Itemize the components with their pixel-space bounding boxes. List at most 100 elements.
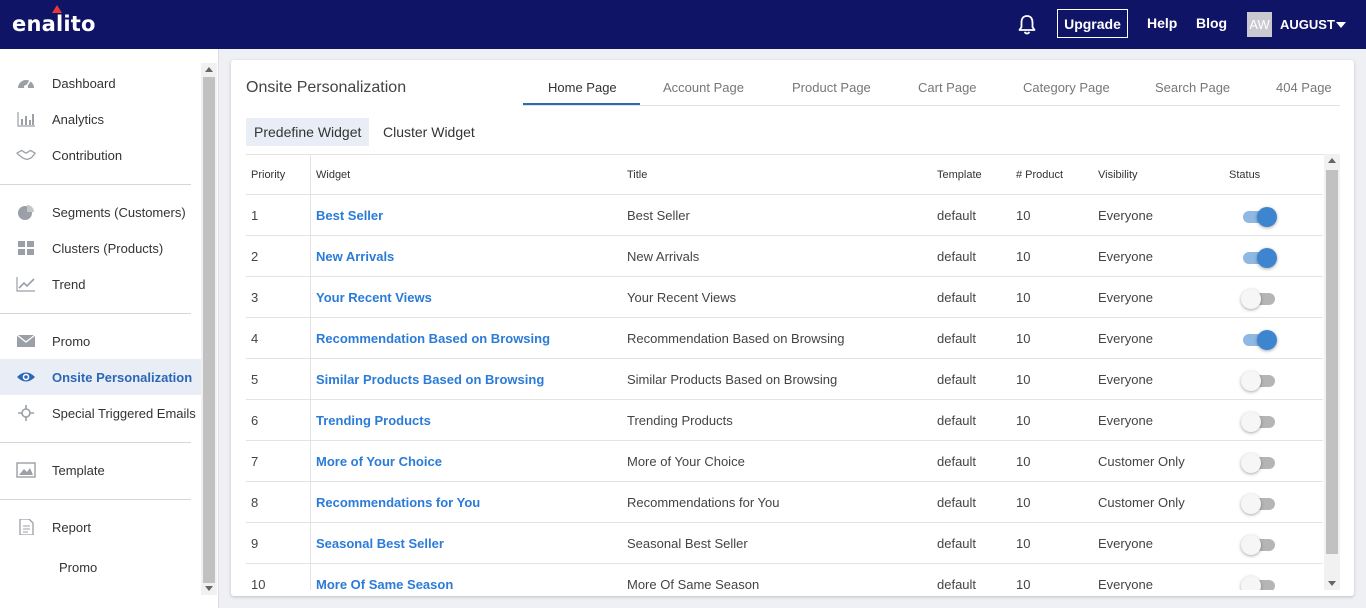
cell-visibility: Everyone xyxy=(1098,577,1153,590)
scroll-down-icon[interactable] xyxy=(1328,581,1336,586)
tab-404-page[interactable]: 404 Page xyxy=(1276,80,1332,95)
sidebar-item-clusters[interactable]: Clusters (Products) xyxy=(0,230,201,266)
eye-icon xyxy=(17,372,35,382)
status-toggle[interactable] xyxy=(1243,329,1277,350)
scroll-up-icon[interactable] xyxy=(205,67,213,72)
cell-product-count: 10 xyxy=(1016,331,1031,346)
cell-title: Recommendations for You xyxy=(627,495,780,510)
status-toggle[interactable] xyxy=(1241,411,1277,432)
tab-category-page[interactable]: Category Page xyxy=(1023,80,1110,95)
subtab-cluster-widget[interactable]: Cluster Widget xyxy=(375,118,483,146)
cell-widget-link[interactable]: New Arrivals xyxy=(316,249,394,264)
toggle-knob xyxy=(1241,494,1261,514)
table-scrollbar-thumb[interactable] xyxy=(1326,170,1338,554)
tab-account-page[interactable]: Account Page xyxy=(663,80,744,95)
column-header-widget[interactable]: Widget xyxy=(316,169,350,181)
cell-visibility: Everyone xyxy=(1098,208,1153,223)
cell-template: default xyxy=(937,454,977,469)
table-scrollbar[interactable] xyxy=(1324,154,1340,590)
document-icon xyxy=(19,519,34,535)
sidebar-item-contribution[interactable]: Contribution xyxy=(0,137,201,173)
sidebar-item-label: Special Triggered Emails xyxy=(52,405,196,421)
subtab-predefine-widget[interactable]: Predefine Widget xyxy=(246,118,370,146)
status-toggle[interactable] xyxy=(1241,493,1277,514)
toggle-knob xyxy=(1257,207,1277,227)
cell-widget-link[interactable]: Recommendation Based on Browsing xyxy=(316,331,550,346)
main-card: Onsite Personalization Home Page Account… xyxy=(231,60,1354,596)
cell-priority: 5 xyxy=(251,372,259,387)
cell-title: Best Seller xyxy=(627,208,690,223)
column-header-title[interactable]: Title xyxy=(627,169,647,181)
cell-widget-link[interactable]: Trending Products xyxy=(316,413,431,428)
status-toggle[interactable] xyxy=(1243,206,1277,227)
dashboard-icon xyxy=(18,80,34,89)
table-row: 4 Recommendation Based on Browsing Recomme… xyxy=(246,318,1323,359)
column-divider xyxy=(310,400,311,440)
cell-visibility: Everyone xyxy=(1098,249,1153,264)
sidebar-scrollbar[interactable] xyxy=(201,63,217,595)
cell-widget-link[interactable]: Similar Products Based on Browsing xyxy=(316,372,544,387)
crosshair-icon xyxy=(18,405,34,421)
bell-icon[interactable] xyxy=(1017,14,1037,36)
page-title: Onsite Personalization xyxy=(246,79,407,96)
handshake-icon xyxy=(16,149,36,161)
sidebar-item-template[interactable]: Template xyxy=(0,452,201,488)
sidebar-item-label: Analytics xyxy=(52,111,105,127)
blog-link[interactable]: Blog xyxy=(1196,15,1227,31)
column-divider xyxy=(310,359,311,399)
column-header-visibility[interactable]: Visibility xyxy=(1098,169,1138,181)
status-toggle[interactable] xyxy=(1243,247,1277,268)
status-toggle[interactable] xyxy=(1241,288,1277,309)
logo[interactable]: enalito xyxy=(12,5,96,36)
tab-cart-page[interactable]: Cart Page xyxy=(918,80,977,95)
column-header-priority[interactable]: Priority xyxy=(251,169,285,181)
sidebar-item-special-triggered-emails[interactable]: Special Triggered Emails xyxy=(0,395,201,431)
column-header-product-count[interactable]: # Product xyxy=(1016,169,1063,181)
sidebar-item-trend[interactable]: Trend xyxy=(0,266,201,302)
scroll-up-icon[interactable] xyxy=(1328,158,1336,163)
tab-product-page[interactable]: Product Page xyxy=(792,80,871,95)
tab-search-page[interactable]: Search Page xyxy=(1155,80,1230,95)
sidebar-item-promo[interactable]: Promo xyxy=(0,323,201,359)
sidebar-scrollbar-thumb[interactable] xyxy=(203,77,215,583)
cell-widget-link[interactable]: Recommendations for You xyxy=(316,495,480,510)
toggle-knob xyxy=(1241,412,1261,432)
status-toggle[interactable] xyxy=(1241,534,1277,555)
sidebar-subitem-promo[interactable]: Promo xyxy=(0,549,201,585)
sidebar-item-label: Onsite Personalization xyxy=(52,369,193,385)
status-toggle[interactable] xyxy=(1241,370,1277,391)
cell-widget-link[interactable]: Your Recent Views xyxy=(316,290,432,305)
cell-product-count: 10 xyxy=(1016,290,1031,305)
sidebar-item-report[interactable]: Report xyxy=(0,509,201,545)
cell-visibility: Customer Only xyxy=(1098,495,1185,510)
cell-widget-link[interactable]: More of Your Choice xyxy=(316,454,442,469)
sidebar-item-label: Clusters (Products) xyxy=(52,240,164,256)
column-header-status[interactable]: Status xyxy=(1229,169,1260,181)
cell-visibility: Everyone xyxy=(1098,290,1153,305)
sidebar-item-onsite-personalization[interactable]: Onsite Personalization xyxy=(0,359,201,395)
grid-icon xyxy=(18,241,34,255)
sidebar-item-segments[interactable]: Segments (Customers) xyxy=(0,194,201,230)
toggle-knob xyxy=(1241,535,1261,555)
status-toggle[interactable] xyxy=(1241,575,1277,590)
sidebar-item-dashboard[interactable]: Dashboard xyxy=(0,65,201,101)
chevron-down-icon[interactable] xyxy=(1336,22,1346,28)
sidebar-item-label: Template xyxy=(52,462,105,478)
cell-widget-link[interactable]: More Of Same Season xyxy=(316,577,453,590)
cell-visibility: Everyone xyxy=(1098,331,1153,346)
status-toggle[interactable] xyxy=(1241,452,1277,473)
cell-template: default xyxy=(937,208,977,223)
upgrade-button[interactable]: Upgrade xyxy=(1057,9,1128,38)
avatar[interactable]: AW xyxy=(1247,12,1272,37)
toggle-knob xyxy=(1257,248,1277,268)
scroll-down-icon[interactable] xyxy=(205,586,213,591)
cell-visibility: Everyone xyxy=(1098,536,1153,551)
help-link[interactable]: Help xyxy=(1147,15,1177,31)
cell-widget-link[interactable]: Best Seller xyxy=(316,208,383,223)
cell-widget-link[interactable]: Seasonal Best Seller xyxy=(316,536,444,551)
sidebar-item-analytics[interactable]: Analytics xyxy=(0,101,201,137)
cell-template: default xyxy=(937,331,977,346)
column-header-template[interactable]: Template xyxy=(937,169,982,181)
tab-home-page[interactable]: Home Page xyxy=(548,80,617,95)
user-name[interactable]: AUGUST xyxy=(1280,17,1335,32)
